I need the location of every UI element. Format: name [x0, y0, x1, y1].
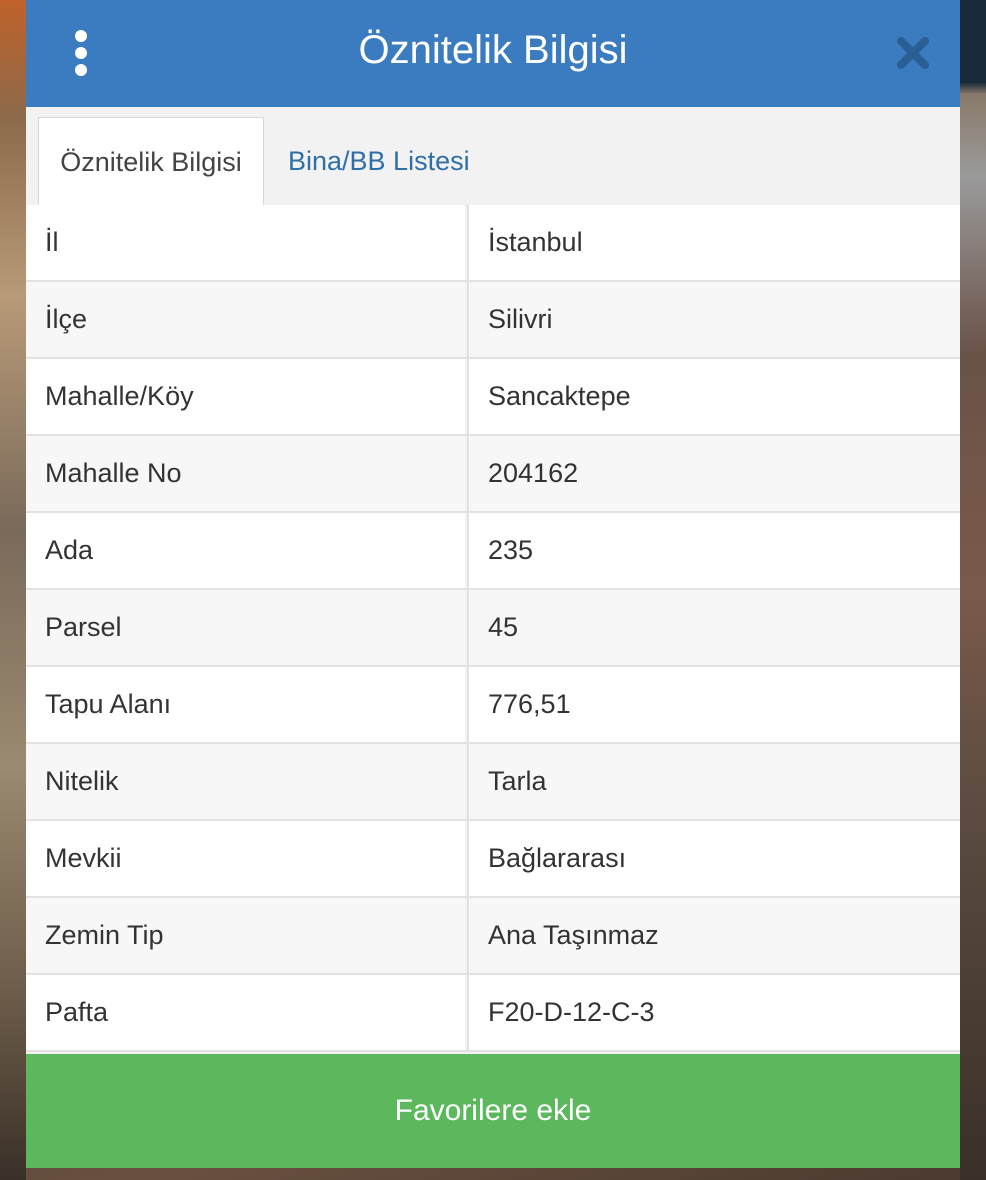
table-row: Mahalle/Köy Sancaktepe [26, 359, 960, 436]
row-value: Tarla [467, 744, 960, 819]
row-key: Mahalle No [26, 436, 465, 511]
row-value: İstanbul [467, 205, 960, 280]
row-key: Zemin Tip [26, 898, 465, 973]
close-icon[interactable] [896, 36, 930, 70]
table-row: İlçe Silivri [26, 282, 960, 359]
table-row: Parsel 45 [26, 590, 960, 667]
table-row: Mahalle No 204162 [26, 436, 960, 513]
row-key: İl [26, 205, 465, 280]
background-map-left [0, 0, 26, 1180]
table-row: Zemin Tip Ana Taşınmaz [26, 898, 960, 975]
table-row: Pafta F20-D-12-C-3 [26, 975, 960, 1052]
row-key: Nitelik [26, 744, 465, 819]
row-value: Bağlararası [467, 821, 960, 896]
row-key: Pafta [26, 975, 465, 1050]
row-key: Mevkii [26, 821, 465, 896]
row-value: 235 [467, 513, 960, 588]
row-key: Tapu Alanı [26, 667, 465, 742]
row-value: F20-D-12-C-3 [467, 975, 960, 1050]
add-to-favorites-button[interactable]: Favorilere ekle [26, 1054, 960, 1168]
tab-bina-bb-listesi[interactable]: Bina/BB Listesi [288, 117, 470, 205]
row-value: 204162 [467, 436, 960, 511]
row-value: 776,51 [467, 667, 960, 742]
row-key: İlçe [26, 282, 465, 357]
tab-bar: Öznitelik Bilgisi Bina/BB Listesi [26, 107, 960, 206]
row-value: Sancaktepe [467, 359, 960, 434]
row-value: Ana Taşınmaz [467, 898, 960, 973]
attribute-info-dialog: Öznitelik Bilgisi Öznitelik Bilgisi Bina… [26, 0, 960, 1168]
table-row: Tapu Alanı 776,51 [26, 667, 960, 744]
table-row: Mevkii Bağlararası [26, 821, 960, 898]
row-value: Silivri [467, 282, 960, 357]
row-key: Mahalle/Köy [26, 359, 465, 434]
table-row: Nitelik Tarla [26, 744, 960, 821]
row-value: 45 [467, 590, 960, 665]
row-key: Parsel [26, 590, 465, 665]
table-row: İl İstanbul [26, 205, 960, 282]
dialog-header: Öznitelik Bilgisi [26, 0, 960, 107]
table-row: Ada 235 [26, 513, 960, 590]
dialog-title: Öznitelik Bilgisi [358, 28, 628, 72]
row-key: Ada [26, 513, 465, 588]
background-map-right [960, 0, 986, 1180]
attribute-table: İl İstanbul İlçe Silivri Mahalle/Köy San… [26, 205, 960, 1052]
tab-oznitelik-bilgisi[interactable]: Öznitelik Bilgisi [38, 117, 264, 206]
